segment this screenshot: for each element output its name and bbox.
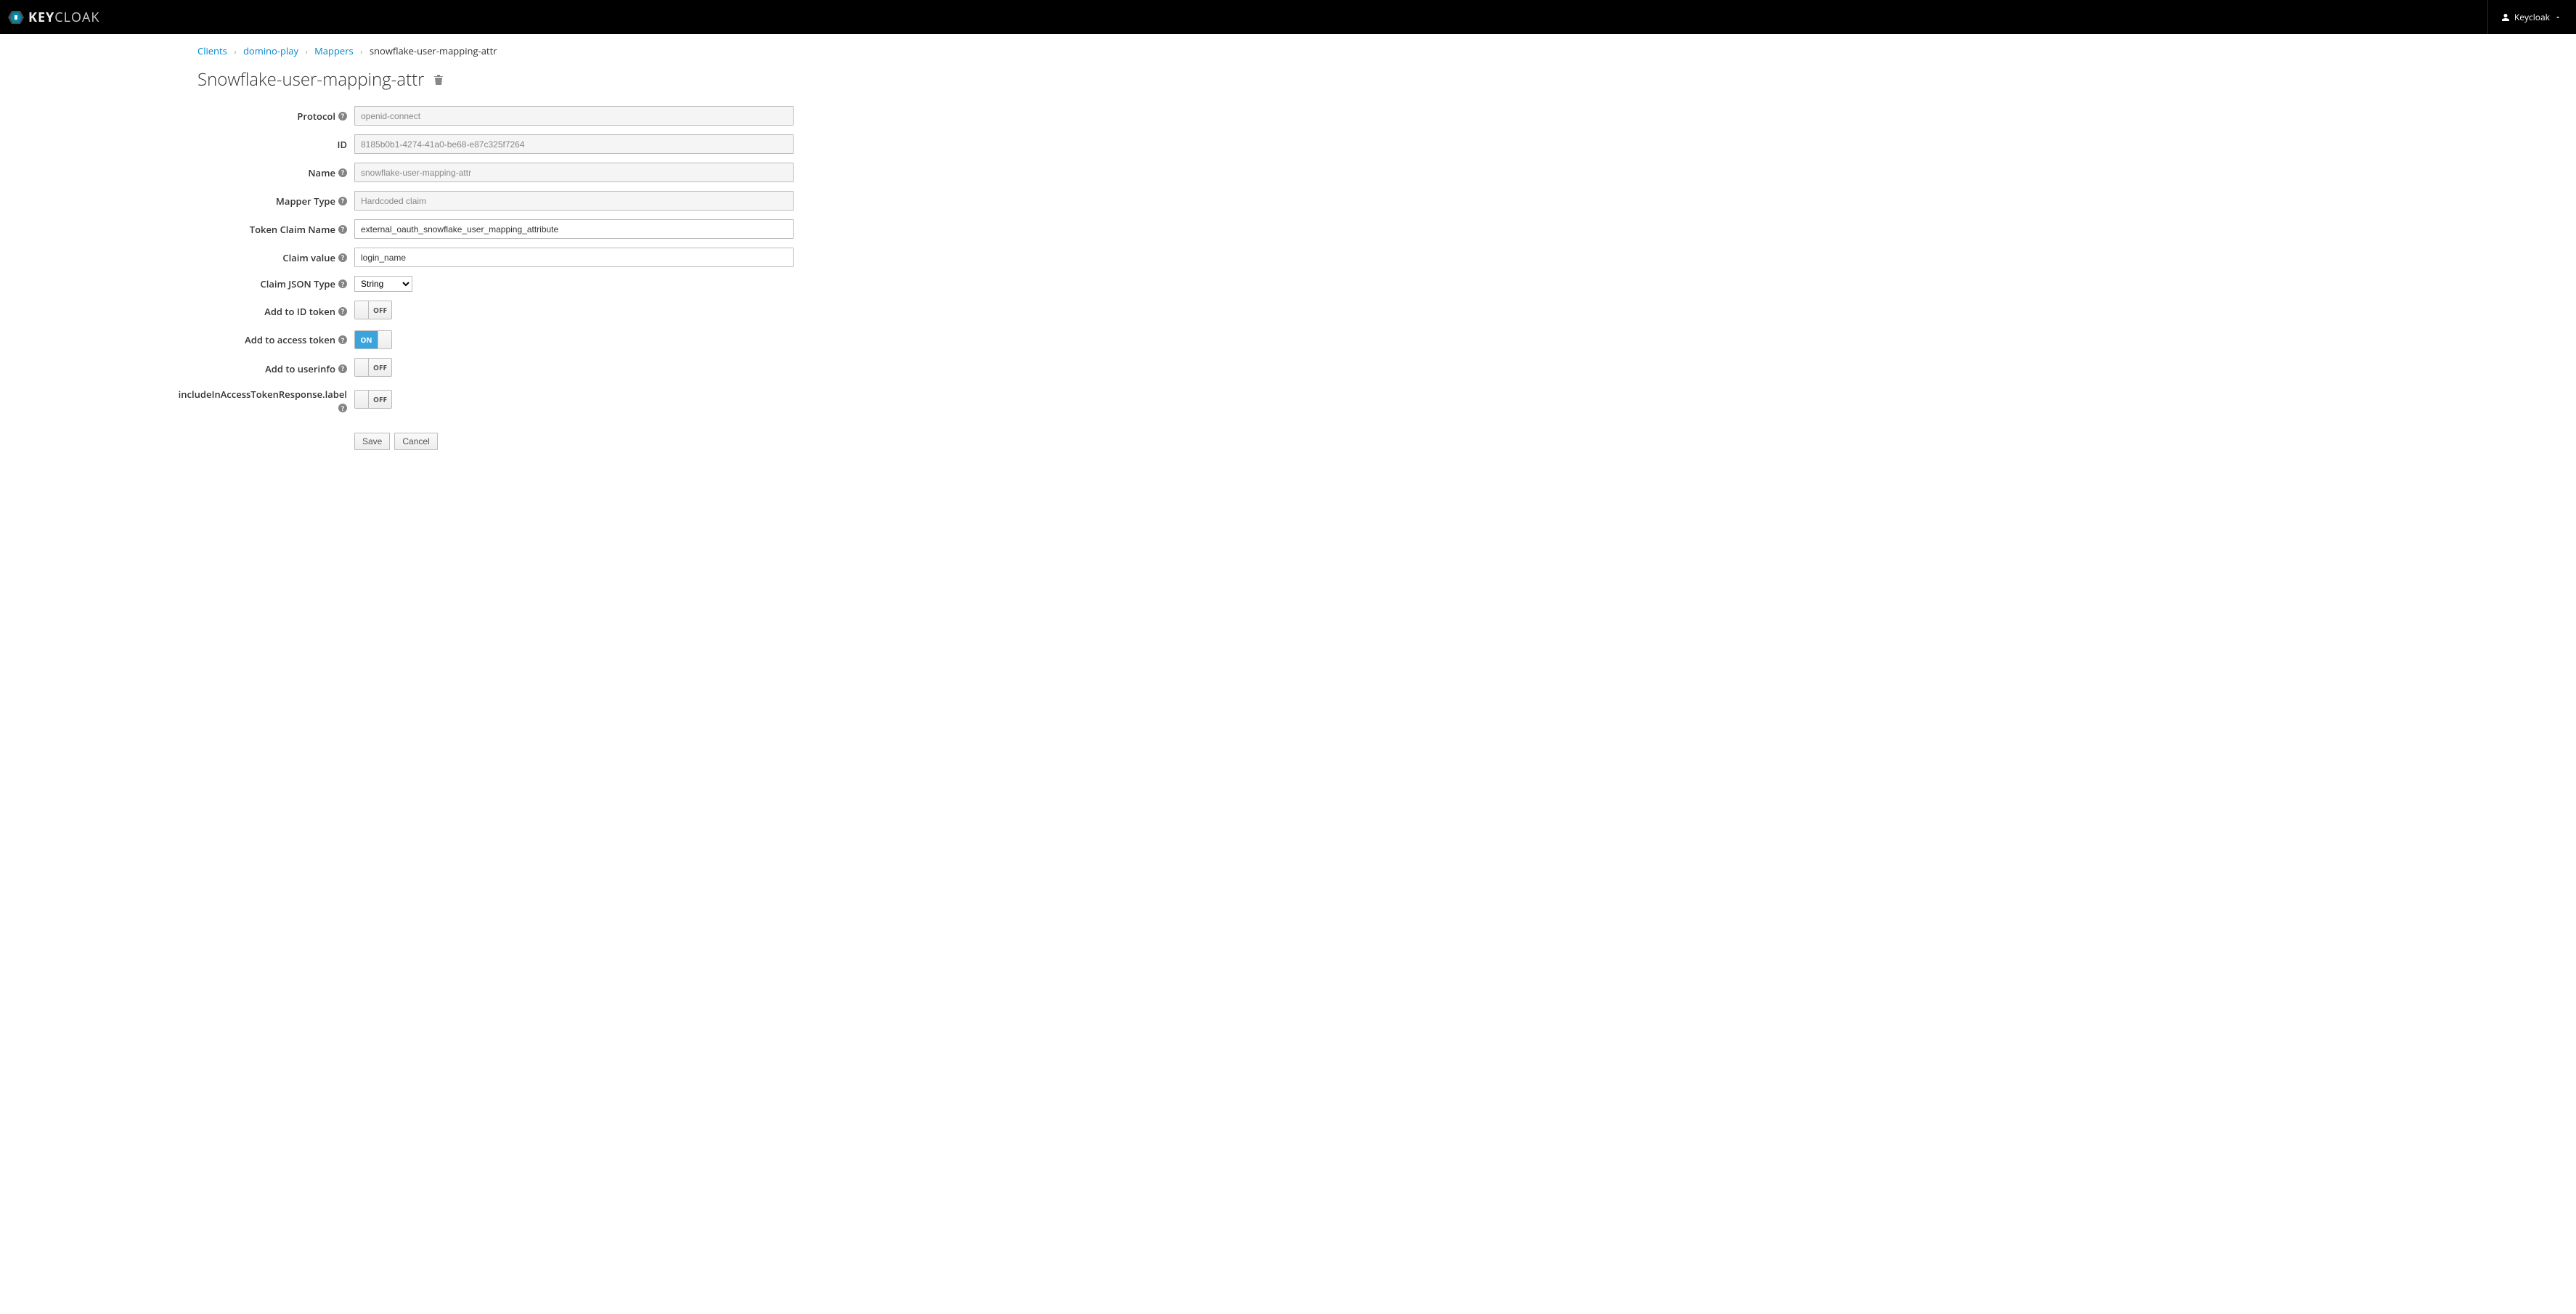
label-mapper-type: Mapper Type <box>276 195 335 208</box>
cancel-button[interactable]: Cancel <box>394 433 437 450</box>
page-title-row: Snowflake-user-mapping-attr <box>197 68 996 91</box>
breadcrumb-link-clients[interactable]: Clients <box>197 44 227 57</box>
toggle-add-to-access-token[interactable]: ON <box>354 330 392 349</box>
row-claim-json-type: Claim JSON Type ? String <box>197 276 996 292</box>
breadcrumb-sep: › <box>234 46 236 57</box>
row-add-to-access-token: Add to access token ? ON <box>197 330 996 349</box>
chevron-down-icon <box>2554 14 2561 21</box>
label-name: Name <box>308 166 335 179</box>
label-protocol: Protocol <box>297 110 335 123</box>
user-dropdown[interactable]: Keycloak <box>2501 11 2561 23</box>
token-claim-name-input[interactable] <box>354 219 794 239</box>
header-divider <box>2487 0 2488 34</box>
top-header: Keycloak Keycloak <box>0 0 2576 34</box>
help-icon[interactable]: ? <box>338 197 347 205</box>
user-label: Keycloak <box>2514 11 2550 23</box>
id-input <box>354 134 794 154</box>
label-add-to-id-token: Add to ID token <box>264 305 335 318</box>
row-add-to-userinfo: Add to userinfo ? OFF <box>197 358 996 379</box>
row-claim-value: Claim value ? <box>197 248 996 267</box>
help-icon[interactable]: ? <box>338 335 347 344</box>
toggle-label: ON <box>355 331 378 348</box>
mapper-type-input <box>354 191 794 211</box>
breadcrumb-current: snowflake-user-mapping-attr <box>370 44 497 57</box>
breadcrumb-sep: › <box>305 46 307 57</box>
save-button[interactable]: Save <box>354 433 390 450</box>
brand-logo[interactable]: Keycloak <box>7 9 99 26</box>
label-add-to-userinfo: Add to userinfo <box>265 362 335 375</box>
label-token-claim-name: Token Claim Name <box>250 223 335 236</box>
toggle-label: OFF <box>369 359 391 376</box>
keycloak-logo-icon <box>7 9 25 26</box>
label-claim-value: Claim value <box>282 251 335 264</box>
toggle-label: OFF <box>369 301 391 319</box>
delete-icon[interactable] <box>433 74 444 86</box>
help-icon[interactable]: ? <box>338 364 347 373</box>
help-icon[interactable]: ? <box>338 279 347 288</box>
row-add-to-id-token: Add to ID token ? OFF <box>197 301 996 322</box>
breadcrumb-link-mappers[interactable]: Mappers <box>314 44 354 57</box>
label-include-in-access-token-response: includeInAccessTokenResponse.label <box>179 388 347 401</box>
row-protocol: Protocol ? <box>197 106 996 126</box>
main-content: Clients › domino-play › Mappers › snowfl… <box>197 34 996 450</box>
claim-json-type-select[interactable]: String <box>354 276 412 292</box>
toggle-add-to-id-token[interactable]: OFF <box>354 301 392 319</box>
label-id: ID <box>338 138 348 151</box>
mapper-form: Protocol ? ID Name ? <box>197 106 996 450</box>
toggle-include-in-access-token-response[interactable]: OFF <box>354 390 392 409</box>
protocol-input <box>354 106 794 126</box>
breadcrumb: Clients › domino-play › Mappers › snowfl… <box>197 44 996 57</box>
breadcrumb-link-client[interactable]: domino-play <box>243 44 298 57</box>
form-actions: Save Cancel <box>354 433 996 450</box>
toggle-label: OFF <box>369 391 391 408</box>
help-icon[interactable]: ? <box>338 253 347 262</box>
row-name: Name ? <box>197 163 996 182</box>
help-icon[interactable]: ? <box>338 404 347 412</box>
row-token-claim-name: Token Claim Name ? <box>197 219 996 239</box>
claim-value-input[interactable] <box>354 248 794 267</box>
user-icon <box>2501 13 2510 22</box>
row-id: ID <box>197 134 996 154</box>
breadcrumb-sep: › <box>360 46 362 57</box>
label-claim-json-type: Claim JSON Type <box>260 277 335 290</box>
header-right: Keycloak <box>2487 0 2561 34</box>
brand-text: Keycloak <box>28 9 99 26</box>
help-icon[interactable]: ? <box>338 168 347 177</box>
help-icon[interactable]: ? <box>338 225 347 234</box>
help-icon[interactable]: ? <box>338 307 347 316</box>
label-add-to-access-token: Add to access token <box>245 333 335 346</box>
page-title: Snowflake-user-mapping-attr <box>197 68 425 91</box>
help-icon[interactable]: ? <box>338 112 347 121</box>
name-input <box>354 163 794 182</box>
row-include-in-access-token-response: includeInAccessTokenResponse.label ? OFF <box>197 388 996 412</box>
row-mapper-type: Mapper Type ? <box>197 191 996 211</box>
toggle-add-to-userinfo[interactable]: OFF <box>354 358 392 377</box>
